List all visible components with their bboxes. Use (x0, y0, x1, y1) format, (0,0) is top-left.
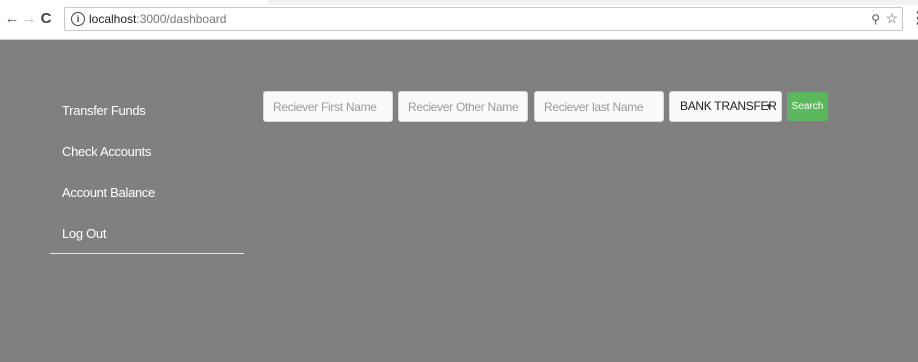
arrow-right-icon[interactable]: → (21, 10, 37, 28)
transfer-type-select[interactable]: BANK TRANSFER ▼ (669, 91, 782, 122)
search-button[interactable]: Search (787, 92, 828, 121)
sidebar-item-log-out[interactable]: Log Out (50, 213, 244, 254)
star-icon[interactable]: ☆ (885, 9, 898, 27)
tab-strip (0, 0, 918, 5)
sidebar: Transfer Funds Check Accounts Account Ba… (50, 90, 244, 254)
receiver-other-names-input[interactable] (398, 91, 528, 122)
reload-icon[interactable]: C (38, 10, 54, 28)
receiver-last-name-input[interactable] (534, 91, 664, 122)
url-text[interactable]: localhost:3000/dashboard (89, 8, 226, 30)
url-path: :3000/dashboard (136, 12, 227, 26)
url-host: localhost (89, 12, 137, 26)
arrow-left-icon[interactable]: ← (4, 10, 20, 28)
browser-toolbar: ← → C i localhost:3000/dashboard ⚲ ☆ ⋮ (0, 0, 918, 40)
active-tab-edge (0, 0, 268, 5)
info-icon[interactable]: i (71, 12, 85, 26)
kebab-menu-icon[interactable]: ⋮ (910, 10, 918, 28)
sidebar-item-transfer-funds[interactable]: Transfer Funds (50, 90, 244, 131)
caret-down-icon: ▼ (765, 102, 773, 111)
sidebar-item-check-accounts[interactable]: Check Accounts (50, 131, 244, 172)
sidebar-item-account-balance[interactable]: Account Balance (50, 172, 244, 213)
key-icon[interactable]: ⚲ (871, 10, 880, 28)
address-bar[interactable]: i localhost:3000/dashboard ⚲ ☆ (64, 7, 903, 31)
transfer-type-value: BANK TRANSFER (680, 99, 777, 113)
receiver-first-name-input[interactable] (263, 91, 393, 122)
